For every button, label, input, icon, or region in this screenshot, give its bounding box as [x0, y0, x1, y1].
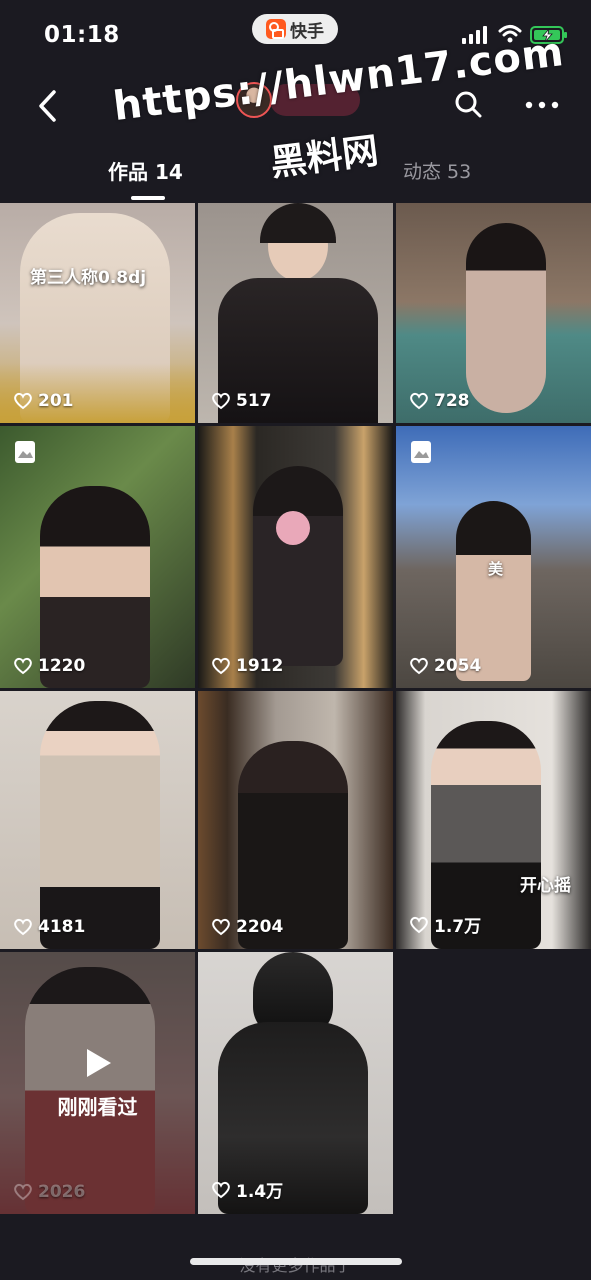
like-count-value: 1220 — [38, 656, 86, 676]
heart-icon — [14, 918, 32, 936]
work-tile[interactable]: 美 2054 — [396, 426, 591, 688]
like-count: 1.7万 — [409, 912, 481, 937]
work-tile[interactable]: 第三人称0.8dj 201 — [0, 203, 195, 423]
watermark-cn: 黑料网 — [268, 130, 381, 185]
tile-caption: 美 — [488, 560, 504, 578]
like-count: 1220 — [13, 656, 85, 676]
like-count-value: 4181 — [38, 917, 86, 937]
heart-icon — [14, 1183, 32, 1201]
status-time: 01:18 — [44, 22, 120, 48]
like-count-value: 1.4万 — [236, 1182, 284, 1202]
image-post-icon — [15, 441, 35, 463]
work-tile[interactable]: 1.4万 — [198, 952, 393, 1214]
work-tile[interactable]: 1220 — [0, 426, 195, 688]
like-count-value: 2204 — [236, 917, 284, 937]
like-count: 2204 — [211, 917, 283, 937]
heart-icon — [410, 657, 428, 675]
home-indicator[interactable] — [190, 1258, 402, 1265]
like-count: 517 — [211, 391, 272, 411]
heart-icon — [410, 392, 428, 410]
like-count-value: 517 — [236, 391, 272, 411]
work-tile[interactable]: 开心摇 1.7万 — [396, 691, 591, 949]
heart-icon — [212, 1181, 230, 1198]
tab-active-indicator — [131, 196, 165, 200]
like-count: 728 — [409, 391, 470, 411]
heart-icon — [410, 916, 428, 933]
app-name: 快手 — [290, 21, 324, 42]
like-count: 2054 — [409, 656, 481, 676]
like-count-value: 201 — [38, 391, 74, 411]
heart-icon — [212, 918, 230, 936]
screen: 01:18 快手 https://hlwn17.com 黑料网 作品 14 动态… — [0, 0, 591, 1280]
play-icon[interactable] — [83, 1047, 113, 1079]
heart-icon — [14, 392, 32, 410]
like-count-value: 2054 — [434, 656, 482, 676]
work-tile[interactable]: 2204 — [198, 691, 393, 949]
work-tile[interactable]: 4181 — [0, 691, 195, 949]
tile-caption: 开心摇 — [520, 876, 571, 896]
kuaishou-logo-icon — [266, 19, 286, 39]
heart-icon — [14, 657, 32, 675]
tab-works[interactable]: 作品 14 — [108, 156, 183, 185]
recently-viewed-overlay: 刚刚看过 — [0, 952, 195, 1214]
like-count: 1.4万 — [211, 1177, 283, 1202]
heart-icon — [212, 392, 230, 410]
profile-header: https://hlwn17.com 黑料网 作品 14 动态 53 — [0, 29, 591, 200]
work-tile[interactable]: 刚刚看过 2026 — [0, 952, 195, 1214]
like-count-value: 1912 — [236, 656, 284, 676]
work-tile[interactable]: 728 — [396, 203, 591, 423]
image-post-icon — [411, 441, 431, 463]
like-count: 1912 — [211, 656, 283, 676]
like-count: 2026 — [13, 1182, 85, 1202]
tab-moments[interactable]: 动态 53 — [403, 157, 471, 184]
work-tile[interactable]: 517 — [198, 203, 393, 423]
more-icon[interactable] — [524, 100, 560, 110]
like-count-value: 2026 — [38, 1182, 86, 1202]
recently-viewed-label: 刚刚看过 — [57, 1094, 138, 1119]
like-count-value: 728 — [434, 391, 470, 411]
like-count: 201 — [13, 391, 74, 411]
back-icon[interactable] — [34, 88, 62, 124]
work-tile[interactable]: 1912 — [198, 426, 393, 688]
like-count: 4181 — [13, 917, 85, 937]
heart-icon — [212, 657, 230, 675]
app-indicator-pill[interactable]: 快手 — [252, 14, 338, 44]
tile-caption: 第三人称0.8dj — [30, 268, 147, 288]
search-icon[interactable] — [454, 90, 482, 118]
like-count-value: 1.7万 — [434, 917, 482, 937]
